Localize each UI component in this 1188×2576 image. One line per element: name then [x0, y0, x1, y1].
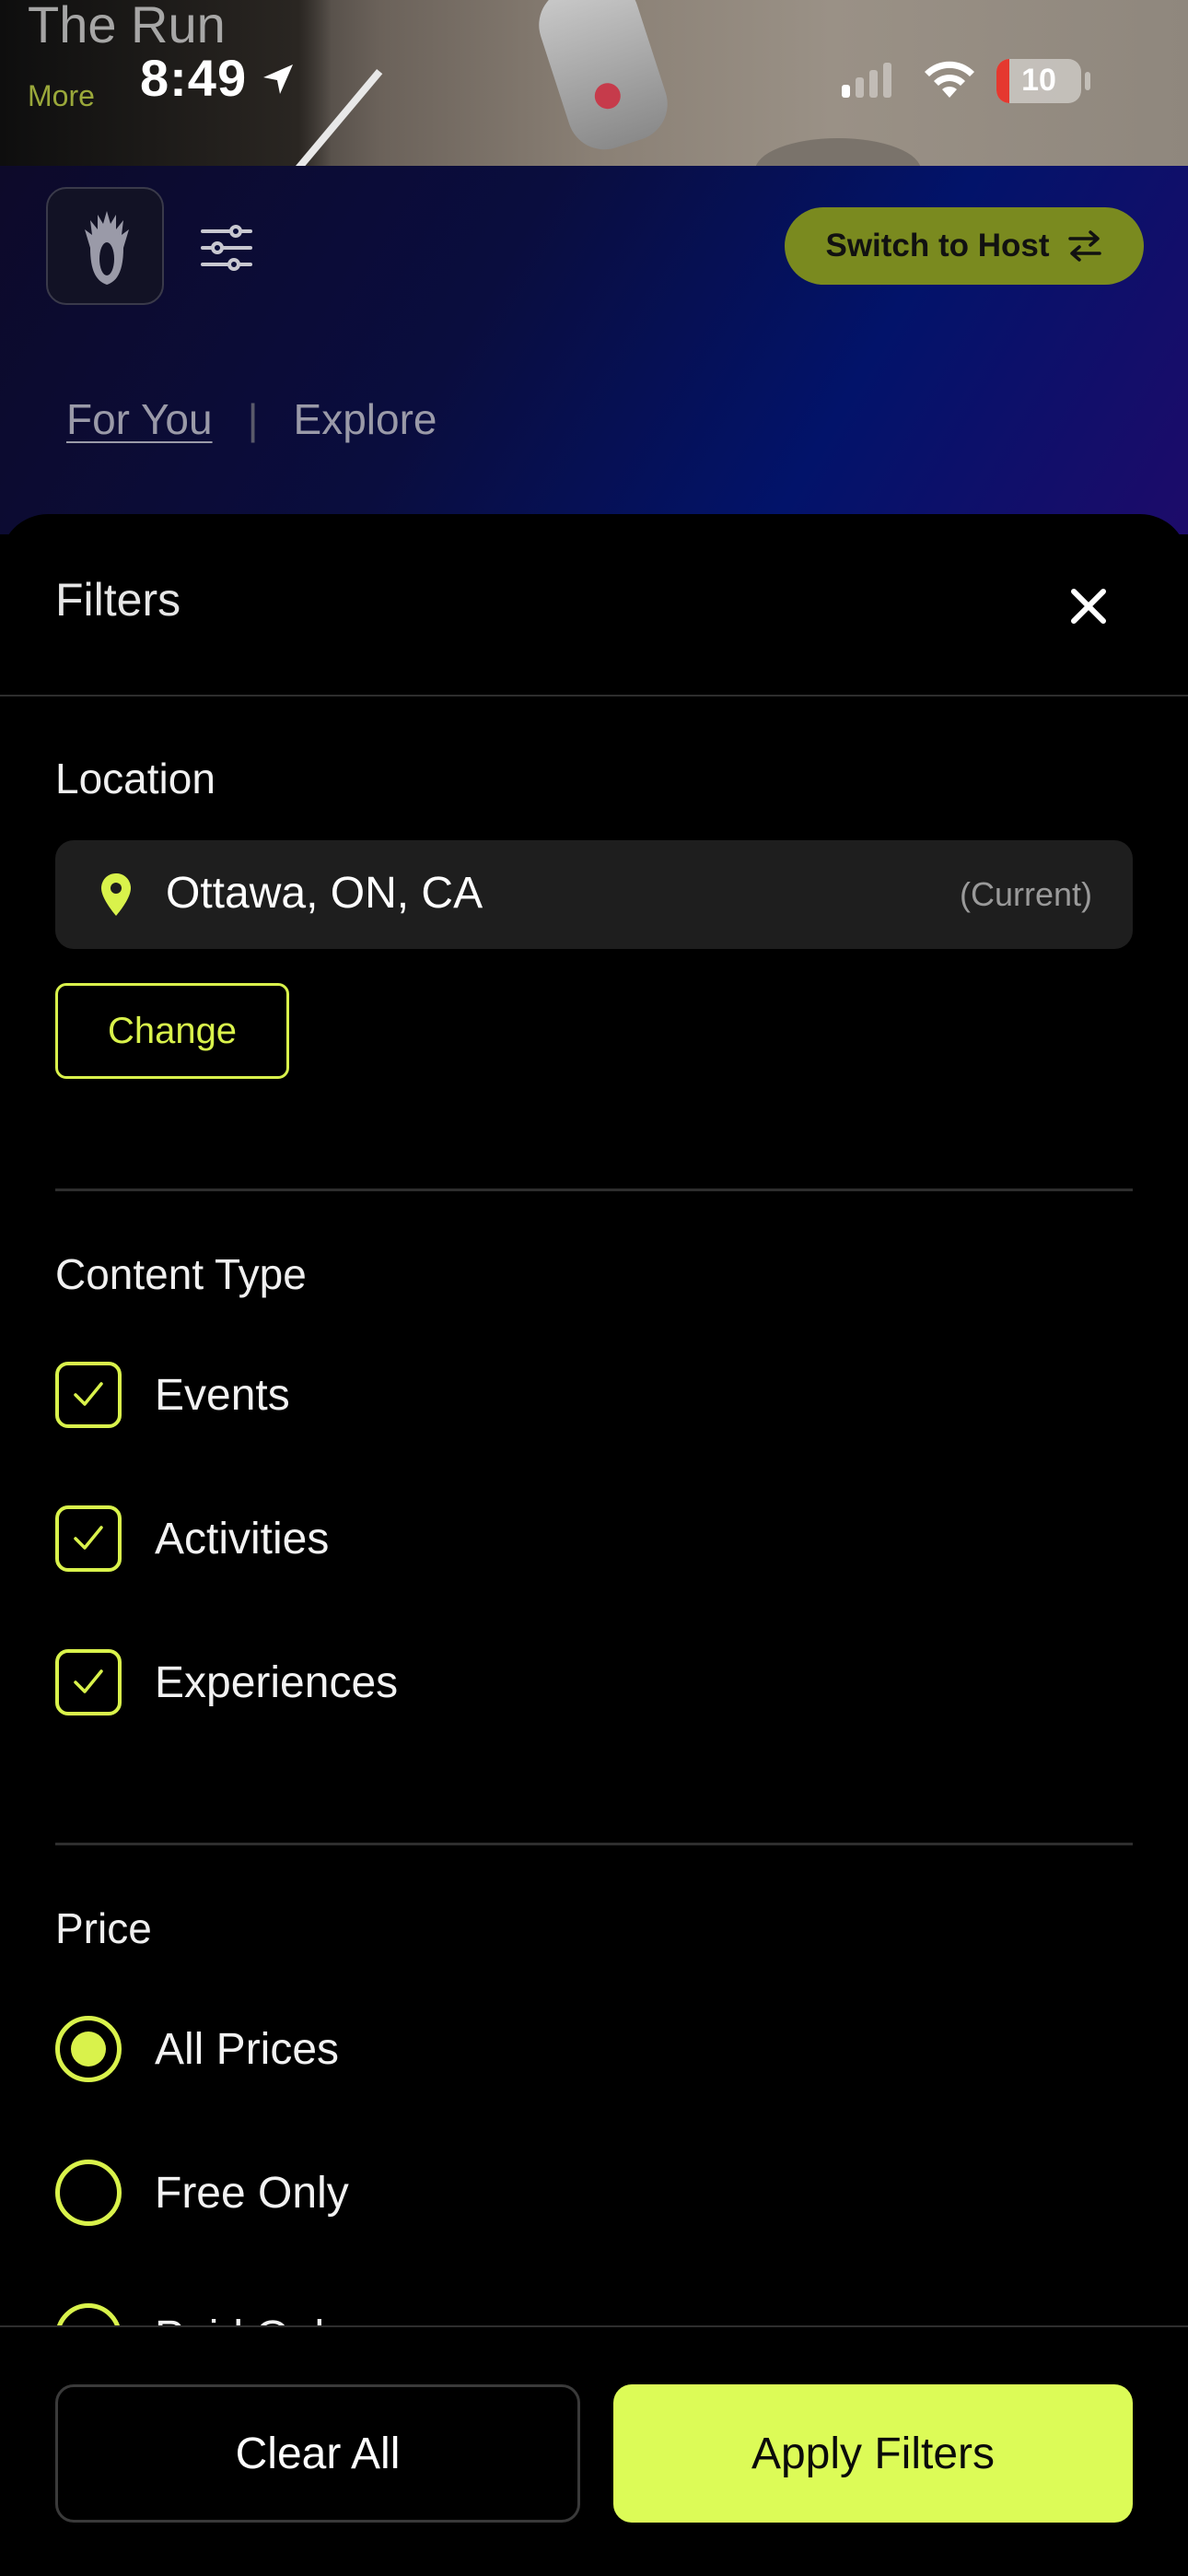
- section-divider: [55, 1843, 1133, 1845]
- clear-all-button[interactable]: Clear All: [55, 2384, 580, 2523]
- radio-all-prices[interactable]: [55, 2016, 122, 2082]
- background-title: The Run: [28, 0, 226, 53]
- checkbox-events[interactable]: [55, 1362, 122, 1428]
- price-option-all[interactable]: All Prices: [55, 2014, 339, 2084]
- app-logo[interactable]: [46, 187, 164, 305]
- location-current-badge: (Current): [959, 875, 1092, 913]
- content-type-option-events[interactable]: Events: [55, 1360, 290, 1430]
- switch-to-host-button[interactable]: Switch to Host: [785, 207, 1144, 285]
- check-icon: [74, 1382, 103, 1406]
- map-pin-icon: [101, 873, 131, 916]
- swap-arrows-icon: [1067, 230, 1101, 262]
- radio-selected-dot: [71, 2032, 106, 2067]
- location-section-label: Location: [55, 755, 215, 802]
- check-icon: [74, 1669, 103, 1693]
- photo-shoe: [529, 0, 678, 159]
- filter-sliders-icon[interactable]: [199, 224, 254, 272]
- price-section-label: Price: [55, 1904, 152, 1952]
- header-divider: [0, 695, 1188, 697]
- battery-nub: [1085, 72, 1090, 90]
- cellular-signal-icon: [842, 61, 891, 98]
- apply-filters-button[interactable]: Apply Filters: [613, 2384, 1133, 2523]
- tab-explore[interactable]: Explore: [294, 394, 437, 444]
- battery-level: 10: [1021, 63, 1056, 98]
- battery-icon: 10: [996, 59, 1081, 103]
- tab-separator: |: [247, 395, 259, 443]
- close-icon[interactable]: [1063, 580, 1114, 632]
- feed-tabs: For You | Explore: [66, 394, 437, 444]
- content-type-section-label: Content Type: [55, 1250, 307, 1298]
- location-value: Ottawa, ON, CA: [166, 869, 483, 918]
- change-location-button[interactable]: Change: [55, 983, 289, 1079]
- option-label: Events: [155, 1370, 290, 1420]
- check-icon: [74, 1526, 103, 1550]
- location-field: Ottawa, ON, CA (Current): [55, 840, 1133, 949]
- flame-logo-icon: [85, 211, 129, 285]
- checkbox-activities[interactable]: [55, 1505, 122, 1572]
- bottom-action-bar: Clear All Apply Filters: [0, 2325, 1188, 2576]
- filters-sheet: Filters Location Ottawa, ON, CA (Current…: [0, 514, 1188, 2576]
- option-label: Activities: [155, 1514, 330, 1563]
- sheet-title: Filters: [55, 574, 181, 626]
- option-label: All Prices: [155, 2024, 340, 2074]
- photo-shadow: [755, 138, 921, 166]
- tab-for-you[interactable]: For You: [66, 394, 213, 444]
- switch-to-host-label: Switch to Host: [825, 228, 1050, 263]
- background-more-link: More: [28, 79, 95, 112]
- content-type-option-experiences[interactable]: Experiences: [55, 1647, 398, 1717]
- status-time: 8:49: [140, 49, 248, 107]
- section-divider: [55, 1188, 1133, 1191]
- radio-free-only[interactable]: [55, 2160, 122, 2226]
- option-label: Experiences: [155, 1657, 399, 1707]
- option-label: Free Only: [155, 2168, 349, 2218]
- checkbox-experiences[interactable]: [55, 1649, 122, 1715]
- content-type-option-activities[interactable]: Activities: [55, 1504, 329, 1574]
- location-arrow-icon: [263, 64, 293, 94]
- wifi-icon: [925, 61, 974, 98]
- price-option-free[interactable]: Free Only: [55, 2158, 349, 2228]
